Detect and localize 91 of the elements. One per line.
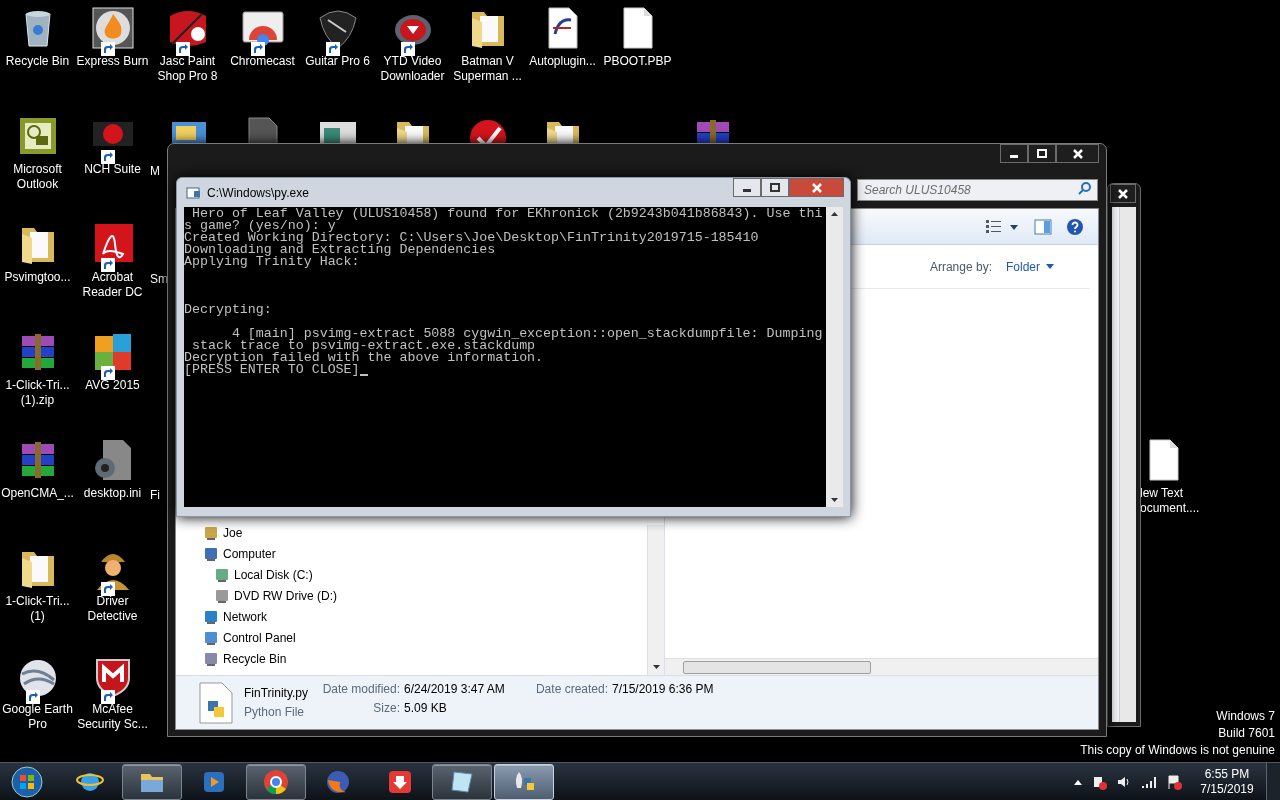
detail-label: Date created: <box>534 681 608 698</box>
minimize-button[interactable] <box>733 178 761 197</box>
desktop-icon-label: AVG 2015 <box>84 378 141 393</box>
console-app-icon <box>186 185 202 201</box>
chevron-up-icon[interactable] <box>1074 778 1082 785</box>
desktop-icon-label: Google Earth Pro <box>1 702 74 732</box>
show-desktop-button[interactable] <box>1266 763 1280 800</box>
minimize-button[interactable] <box>1000 144 1028 163</box>
scroll-down-arrow-icon[interactable] <box>652 665 660 669</box>
desktop-icon-label: Driver Detective <box>86 594 139 624</box>
tree-item[interactable]: Local Disk (C:) <box>195 564 647 585</box>
watermark-text: Build 7601 <box>1218 725 1275 742</box>
tree-item[interactable]: Network <box>195 606 647 627</box>
tree-item[interactable]: Control Panel <box>195 627 647 648</box>
help-icon[interactable] <box>1066 217 1084 236</box>
desktop-icon-label: Express Burn <box>75 54 150 69</box>
watermark-text: Windows 7 <box>1216 708 1275 725</box>
minimize-icon <box>1010 154 1018 158</box>
detail-label: Date modified: <box>321 681 400 698</box>
maximize-button[interactable] <box>1028 144 1056 163</box>
tree-item[interactable]: DVD RW Drive (D:) <box>195 585 647 606</box>
scroll-up-arrow-icon[interactable] <box>831 212 838 216</box>
file-name: FinTrinity.py <box>244 684 309 702</box>
desktop-icon-label: YTD Video Downloader <box>379 54 446 84</box>
search-icon[interactable] <box>1078 181 1092 195</box>
preview-pane-icon[interactable] <box>1034 218 1052 235</box>
console-line: stack trace to psvimg-extract.exe.stackdump <box>191 340 536 352</box>
taskbar-button[interactable] <box>246 763 306 800</box>
view-list-icon[interactable] <box>986 218 1020 235</box>
search-field[interactable]: Search ULUS10458 <box>857 179 1098 201</box>
detail-value: 7/15/2019 6:36 PM <box>612 681 715 698</box>
desktop-icon-label: McAfee Security Sc... <box>76 702 149 732</box>
desktop-icon-label: OpenCMA_... <box>0 486 75 501</box>
desktop-icon-label: Psvimgtoo... <box>3 270 72 285</box>
desktop-icon-label: Batman V Superman ... <box>452 54 523 84</box>
close-icon <box>1072 148 1083 159</box>
scrollbar[interactable] <box>1119 207 1136 722</box>
scroll-down-arrow-icon[interactable] <box>831 498 838 502</box>
circle-segments-icon <box>262 767 290 796</box>
desktop-icon-label: PBOOT.PBP <box>602 54 673 69</box>
desktop-icon-label: NCH Suite <box>83 162 142 177</box>
console-line: [PRESS ENTER TO CLOSE] <box>184 364 360 376</box>
minimize-icon <box>743 188 751 192</box>
desktop-icon-label: 1-Click-Tri... (1) <box>4 594 71 624</box>
close-icon <box>1118 188 1128 199</box>
desktop-icon-label: Guitar Pro 6 <box>304 54 371 69</box>
close-button[interactable] <box>1056 144 1099 163</box>
close-button[interactable] <box>1110 184 1136 203</box>
desktop-icon-label: Autoplugin... <box>528 54 597 69</box>
desktop-icon-label: Chromecast <box>229 54 296 69</box>
detail-value: 6/24/2019 3:47 AM <box>404 681 506 698</box>
python-file-icon <box>198 680 234 725</box>
desktop-icon-label: Recycle Bin <box>4 54 71 69</box>
console-line: Decrypting: <box>184 304 272 316</box>
flag-icon[interactable] <box>1166 773 1182 790</box>
clock[interactable]: 6:55 PM 7/15/2019 <box>1188 766 1266 797</box>
window-title: C:\Windows\py.exe <box>207 185 309 202</box>
desktop-icon-label: lew Text ocument.... <box>1140 486 1201 516</box>
horizontal-scrollbar[interactable] <box>665 658 1098 675</box>
file-type: Python File <box>244 703 306 721</box>
console-line: Downloading and Extracting Dependencies <box>184 244 496 256</box>
tree-item[interactable]: Joe <box>195 522 647 543</box>
tree-item[interactable]: Recycle Bin <box>195 648 647 669</box>
scrollbar[interactable] <box>826 207 843 507</box>
console-line: Hero of Leaf Valley (ULUS10458) found for EKhronick (2b9243b041b86843). Use thi <box>190 208 823 220</box>
arrange-by-label: Arrange by: <box>929 258 992 276</box>
maximize-button[interactable] <box>761 178 789 197</box>
console-line: Applying Trinity Hack: <box>184 256 360 268</box>
desktop-icon-label: Microsoft Outlook <box>12 162 63 192</box>
maximize-icon <box>770 183 780 192</box>
arrange-dropdown[interactable]: Folder <box>1006 257 1054 276</box>
console-line: 4 [main] psvimg-extract 5088 cygwin_exception::open_stackdumpfile: Dumping <box>231 328 823 340</box>
console-line: s game? (yes/no): y <box>184 220 336 232</box>
desktop-icon-label: 1-Click-Tri... (1).zip <box>4 378 71 408</box>
caret-icon <box>1046 264 1054 269</box>
tree-item[interactable]: Computer <box>195 543 647 564</box>
detail-label: Size: <box>372 700 400 717</box>
watermark-text: This copy of Windows is not genuine <box>1080 742 1275 759</box>
console-line: Created Working Directory: C:\Users\Joe\Desktop\FinTrinity2019715-185410 <box>184 232 759 244</box>
maximize-icon <box>1037 149 1047 158</box>
taskbar-button[interactable] <box>432 763 492 800</box>
close-icon <box>811 182 822 193</box>
desktop-icon-label: Sm <box>150 272 168 287</box>
taskbar-button[interactable] <box>122 763 182 800</box>
desktop-icon-label: M <box>150 164 160 179</box>
scrollbar[interactable] <box>647 525 664 675</box>
desktop-icon-label: Acrobat Reader DC <box>81 270 144 300</box>
detail-value: 5.09 KB <box>404 700 448 717</box>
console-line: Decryption failed with the above information. <box>184 352 544 364</box>
desktop-icon-label: Jasc Paint Shop Pro 8 <box>156 54 219 84</box>
desktop-icon-label: Fi <box>150 488 160 503</box>
